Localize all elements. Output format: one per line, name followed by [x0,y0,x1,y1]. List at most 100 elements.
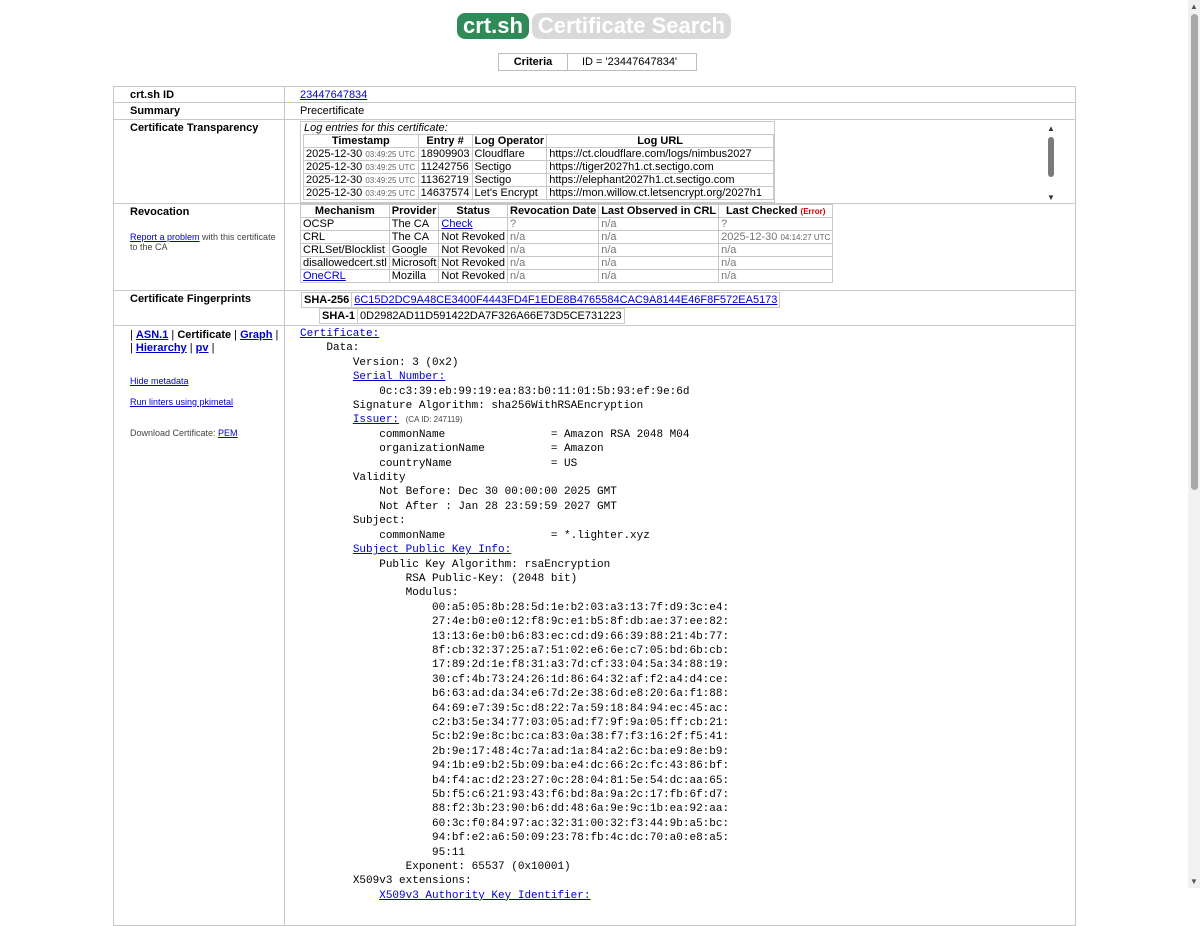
crtsh-id-link[interactable]: 23447647834 [300,89,367,101]
page-scroll-down-icon[interactable]: ▼ [1188,877,1200,886]
ct-scroll-thumb[interactable] [1048,137,1054,177]
site-title[interactable]: Certificate Search [531,13,731,39]
ct-log-table: Timestamp Entry # Log Operator Log URL 2… [303,134,774,200]
rev-last-observed: n/a [598,269,720,283]
sha256-label: SHA-256 [300,292,353,308]
rev-status: Not Revoked [438,243,508,257]
rev-date: n/a [506,256,600,270]
ct-log-row: 2025-12-30 03:49:25 UTC 14637574 Let's Enc… [303,186,774,200]
modulus-value: 00:a5:05:8b:28:5d:1e:b2:03:a3:13:7f:d9:3… [432,601,730,859]
rev-last-observed: n/a [598,256,720,270]
cert-text-cell: Certificate: Data: Version: 3 (0x2) Seri… [284,325,1076,926]
rev-mechanism: disallowedcert.stl [300,256,390,270]
ct-log-row: 2025-12-30 03:49:25 UTC 11362719 Sectigo ht… [303,173,774,187]
ct-log-scrollbar[interactable]: ▲ ▼ [1045,124,1057,203]
rev-last-observed: n/a [598,243,720,257]
site-header: crt.sh Certificate Search [0,13,1188,39]
crtsh-id-label: crt.sh ID [113,86,285,103]
revocation-row: OCSP The CA Check? n/a? [300,217,834,231]
rev-date: ? [506,217,600,231]
certificate-view-label: Certificate [177,329,232,341]
rev-last-observed: n/a [598,217,720,231]
ct-label: Certificate Transparency [113,119,285,204]
ct-header-timestamp: Timestamp [303,134,419,148]
ct-log-panel[interactable]: Log entries for this certificate: Timest… [300,121,775,203]
certificate-text: Certificate: Data: Version: 3 (0x2) Seri… [300,328,730,902]
ct-header-operator: Log Operator [471,134,548,148]
certificate-link[interactable]: Certificate: [300,328,379,340]
ct-log-row: 2025-12-30 03:49:25 UTC 18909903 Cloudflar… [303,147,774,161]
rev-header-revocation-date: Revocation Date [506,204,600,218]
ct-log-url: https://elephant2027h1.ct.sectigo.com [546,173,774,187]
revocation-table: Mechanism Provider Status Revocation Dat… [300,204,834,283]
rev-date: n/a [506,243,600,257]
graph-link[interactable]: Graph [240,329,272,341]
sha1-label: SHA-1 [318,308,359,324]
ct-entry-number: 11242756 [417,160,473,174]
revocation-row: CRLSet/Blocklist Google Not Revoked n/a n/a n… [300,243,834,257]
crtsh-logo[interactable]: crt.sh [456,13,529,39]
sha1-fingerprint: SHA-1 0D2982AD11D591422DA7F326A66E73D5CE… [318,308,625,324]
certificate-details-table: crt.sh ID 23447647834 Summary Precertifi… [113,86,1076,926]
criteria-label: Criteria [498,53,568,71]
rev-header-last-observed: Last Observed in CRL [598,204,720,218]
serial-number-link[interactable]: Serial Number: [353,371,445,383]
aki-link[interactable]: X509v3 Authority Key Identifier: [379,890,590,902]
ocsp-check-link[interactable]: Check [441,218,472,230]
hierarchy-link[interactable]: Hierarchy [136,342,187,354]
rev-provider: Microsoft [388,256,440,270]
error-label[interactable]: (Error) [801,207,826,216]
fingerprints-label: Certificate Fingerprints [113,290,285,326]
rev-last-checked: n/a [718,256,834,270]
revocation-label: Revocation [130,206,190,218]
hide-metadata-link[interactable]: Hide metadata [130,376,189,386]
onecrl-link[interactable]: OneCRL [303,270,346,282]
report-problem-link[interactable]: Report a problem [130,232,200,242]
page-scroll-up-icon[interactable]: ▲ [1188,2,1200,11]
revocation-row: CRL The CA Not Revoked n/a n/a 2025-12-30 04:… [300,230,834,244]
page-scrollbar[interactable]: ▲ ▼ [1188,0,1200,888]
rev-provider: Mozilla [388,269,440,283]
rev-provider: The CA [388,217,440,231]
issuer-link[interactable]: Issuer: [353,414,399,426]
revocation-row: disallowedcert.stl Microsoft Not Revoked n/… [300,256,834,270]
pem-link[interactable]: PEM [218,428,238,438]
run-linters-link[interactable]: Run linters using pkimetal [130,397,233,407]
rev-last-checked: n/a [718,243,834,257]
rev-header-last-checked: Last Checked (Error) [718,204,834,218]
ct-entry-number: 14637574 [417,186,473,200]
summary-label: Summary [113,102,285,120]
rev-status: Not Revoked [438,230,508,244]
ct-timestamp: 2025-12-30 03:49:25 UTC [303,186,419,200]
sha256-fingerprint: SHA-256 6C15D2DC9A48CE3400F4443FD4F1EDE8… [300,292,781,308]
rev-last-checked: n/a [718,269,834,283]
criteria-value: ID = '23447647834' [567,53,697,71]
asn1-link[interactable]: ASN.1 [136,329,168,341]
ct-log-operator: Cloudflare [471,147,548,161]
ct-header-entry: Entry # [417,134,473,148]
rev-mechanism: CRL [300,230,390,244]
rev-last-checked: ? [718,217,834,231]
ct-log-url: https://ct.cloudflare.com/logs/nimbus202… [546,147,774,161]
pv-link[interactable]: pv [196,342,209,354]
page-scroll-thumb[interactable] [1191,14,1198,490]
issuer-ca-id: (CA ID: 247119) [405,415,463,425]
serial-number: 0c:c3:39:eb:99:19:ea:83:b0:11:01:5b:93:e… [379,385,690,398]
ct-caption: Log entries for this certificate: [304,122,448,134]
rev-last-checked: 2025-12-30 04:14:27 UTC [718,230,834,244]
scroll-down-icon[interactable]: ▼ [1045,193,1057,203]
sha256-link[interactable]: 6C15D2DC9A48CE3400F4443FD4F1EDE8B4765584… [354,294,777,306]
summary-value: Precertificate [284,102,1076,120]
criteria-box: Criteria ID = '23447647834' [498,53,697,71]
ct-entry-number: 18909903 [417,147,473,161]
rev-provider: Google [388,243,440,257]
spki-link[interactable]: Subject Public Key Info: [353,544,511,556]
ct-entry-number: 11362719 [417,173,473,187]
rev-date: n/a [506,230,600,244]
rev-provider: The CA [388,230,440,244]
rev-status: Not Revoked [438,269,508,283]
ct-log-url: https://tiger2027h1.ct.sectigo.com [546,160,774,174]
ct-log-url: https://mon.willow.ct.letsencrypt.org/20… [546,186,774,200]
scroll-up-icon[interactable]: ▲ [1045,124,1057,134]
ct-timestamp: 2025-12-30 03:49:25 UTC [303,147,419,161]
